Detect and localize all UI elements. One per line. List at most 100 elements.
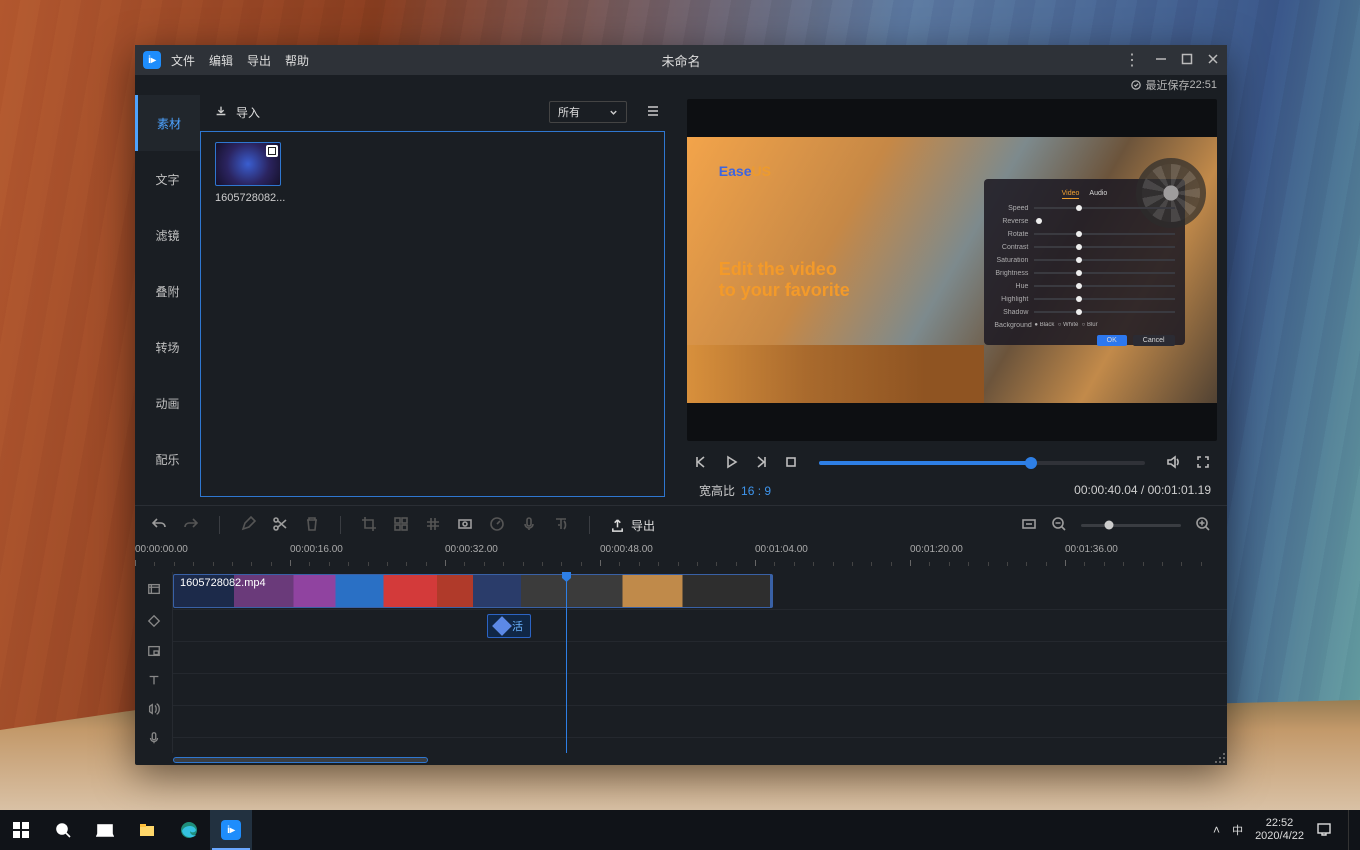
video-track[interactable]: 1605728082.mp4	[173, 572, 1227, 610]
more-icon[interactable]: ⋮	[1124, 50, 1141, 70]
zoom-fit-button[interactable]	[1021, 516, 1037, 535]
maximize-button[interactable]	[1181, 53, 1193, 68]
delete-button[interactable]	[304, 516, 320, 535]
taskbar-edge[interactable]	[168, 810, 210, 850]
tray-ime[interactable]: 中	[1232, 822, 1243, 838]
timeline-tracks: 1605728082.mp4 活	[135, 572, 1227, 765]
timeline-ruler[interactable]: 00:00:00.0000:00:16.0000:00:32.0000:00:4…	[135, 544, 1227, 572]
ruler-tick: 00:01:36.00	[1065, 544, 1118, 555]
voiceover-button[interactable]	[521, 516, 537, 535]
tray-notifications-icon[interactable]	[1316, 821, 1332, 840]
clip-label: 1605728082.mp4	[180, 577, 266, 589]
zoom-in-button[interactable]	[1195, 516, 1211, 535]
start-button[interactable]	[0, 810, 42, 850]
timeline-scrollbar[interactable]	[173, 755, 1227, 765]
media-thumb-label: 1605728082...	[215, 192, 285, 204]
freeze-frame-button[interactable]	[457, 516, 473, 535]
fullscreen-icon[interactable]	[1195, 454, 1211, 473]
preview-pane: EaseUS Edit the videoto your favorite Vi…	[675, 95, 1227, 505]
timecode-display: 00:00:40.04 / 00:01:01.19	[1074, 483, 1211, 497]
track-icon-pip[interactable]	[135, 636, 172, 665]
grid-button[interactable]	[425, 516, 441, 535]
search-button[interactable]	[42, 810, 84, 850]
resize-grip-icon[interactable]	[1215, 753, 1225, 763]
volume-icon[interactable]	[1165, 454, 1181, 473]
list-view-icon[interactable]	[635, 103, 661, 122]
video-clip[interactable]: 1605728082.mp4	[173, 574, 773, 608]
minimize-button[interactable]	[1155, 53, 1167, 68]
zoom-slider-knob[interactable]	[1105, 521, 1114, 530]
ruler-tick: 00:00:16.00	[290, 544, 343, 555]
tray-chevron-up-icon[interactable]: ˄	[1213, 823, 1220, 837]
sidebar-item-filter[interactable]: 滤镜	[135, 207, 200, 263]
preview-controls	[687, 441, 1217, 481]
prev-frame-button[interactable]	[693, 454, 709, 473]
pip-track[interactable]	[173, 642, 1227, 674]
overlay-track[interactable]: 活	[173, 610, 1227, 642]
sidebar-item-text[interactable]: 文字	[135, 151, 200, 207]
sidebar-item-animation[interactable]: 动画	[135, 375, 200, 431]
video-frame-content: EaseUS Edit the videoto your favorite Vi…	[687, 137, 1217, 404]
track-icon-overlay[interactable]	[135, 607, 172, 636]
titlebar: i▸ 文件 编辑 导出 帮助 未命名 ⋮	[135, 45, 1227, 75]
menu-file[interactable]: 文件	[171, 52, 195, 69]
tray-clock[interactable]: 22:522020/4/22	[1255, 817, 1304, 842]
embedded-settings-panel: VideoAudio Speed Reverse Rotate Contrast…	[994, 190, 1174, 346]
sidebar-item-transition[interactable]: 转场	[135, 319, 200, 375]
play-button[interactable]	[723, 454, 739, 473]
task-view-button[interactable]	[84, 810, 126, 850]
track-icon-audio[interactable]	[135, 694, 172, 723]
strip-graphic	[687, 345, 984, 404]
zoom-out-button[interactable]	[1051, 516, 1067, 535]
sidebar-item-overlay[interactable]: 叠附	[135, 263, 200, 319]
media-panel: 导入 所有 1605728082...	[200, 95, 675, 505]
scrollbar-thumb[interactable]	[173, 757, 428, 763]
ruler-tick: 00:00:32.00	[445, 544, 498, 555]
seekbar-fill	[819, 461, 1031, 465]
text-to-speech-button[interactable]	[553, 516, 569, 535]
export-button[interactable]: 导出	[610, 517, 655, 534]
text-track[interactable]	[173, 674, 1227, 706]
undo-button[interactable]	[151, 516, 167, 535]
taskbar-video-editor[interactable]: i▸	[210, 810, 252, 850]
menu-bar: 文件 编辑 导出 帮助	[171, 52, 309, 69]
timeline-playhead[interactable]	[566, 572, 567, 753]
stop-button[interactable]	[783, 454, 799, 473]
speed-button[interactable]	[489, 516, 505, 535]
redo-button[interactable]	[183, 516, 199, 535]
track-icon-voice[interactable]	[135, 724, 172, 753]
media-bin[interactable]: 1605728082...	[200, 131, 665, 497]
app-logo-icon: i▸	[143, 51, 161, 69]
show-desktop-button[interactable]	[1348, 810, 1354, 850]
media-thumbnail[interactable]	[215, 142, 281, 186]
menu-edit[interactable]: 编辑	[209, 52, 233, 69]
sidebar-item-music[interactable]: 配乐	[135, 431, 200, 487]
preview-brand-text: EaseUS	[719, 163, 771, 179]
ruler-tick: 00:00:00.00	[135, 544, 188, 555]
seekbar-knob[interactable]	[1025, 457, 1037, 469]
window-title: 未命名	[661, 51, 700, 70]
preview-seekbar[interactable]	[819, 461, 1145, 465]
timeline-toolbar: 导出	[135, 506, 1227, 544]
overlay-clip[interactable]: 活	[487, 614, 531, 638]
split-button[interactable]	[272, 516, 288, 535]
media-filter-dropdown[interactable]: 所有	[549, 101, 627, 123]
audio-track[interactable]	[173, 706, 1227, 738]
edit-button[interactable]	[240, 516, 256, 535]
sidebar-item-media[interactable]: 素材	[135, 95, 200, 151]
track-icon-text[interactable]	[135, 665, 172, 694]
close-button[interactable]	[1207, 53, 1219, 68]
taskbar-explorer[interactable]	[126, 810, 168, 850]
track-icon-video[interactable]	[135, 572, 172, 607]
menu-help[interactable]: 帮助	[285, 52, 309, 69]
menu-export[interactable]: 导出	[247, 52, 271, 69]
next-frame-button[interactable]	[753, 454, 769, 473]
crop-button[interactable]	[361, 516, 377, 535]
media-thumb-item[interactable]: 1605728082...	[215, 142, 285, 204]
mosaic-button[interactable]	[393, 516, 409, 535]
import-icon[interactable]	[214, 104, 228, 121]
preview-viewport[interactable]: EaseUS Edit the videoto your favorite Vi…	[687, 99, 1217, 441]
zoom-slider[interactable]	[1081, 524, 1181, 527]
ruler-tick: 00:01:04.00	[755, 544, 808, 555]
import-label[interactable]: 导入	[236, 104, 260, 121]
